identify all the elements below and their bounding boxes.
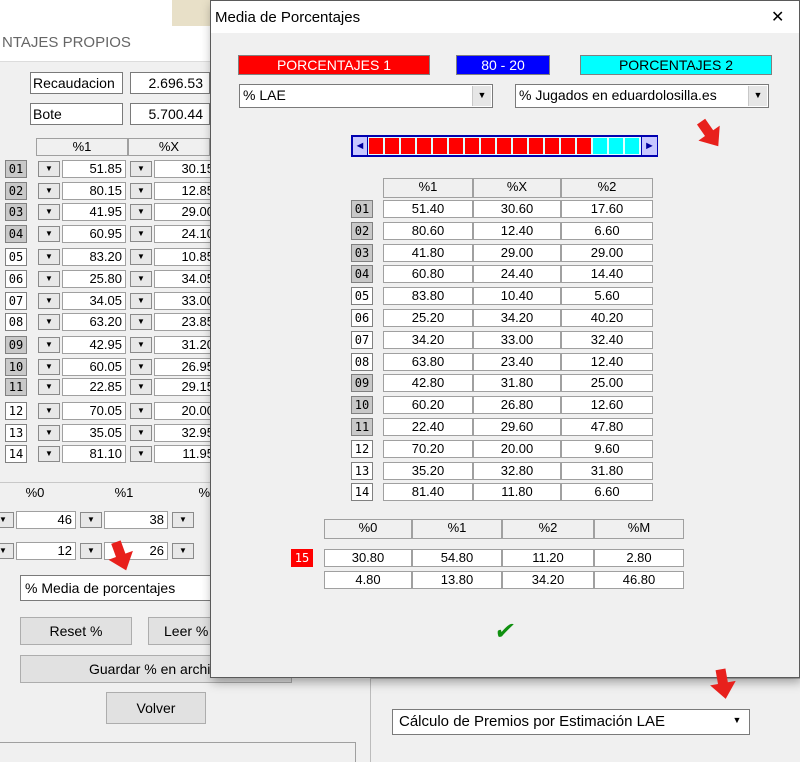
annotation-arrows	[108, 118, 736, 699]
annotation-arrow-icon	[108, 540, 133, 571]
annotation-arrow-icon	[696, 118, 720, 147]
annotation-arrow-icon	[710, 668, 736, 699]
